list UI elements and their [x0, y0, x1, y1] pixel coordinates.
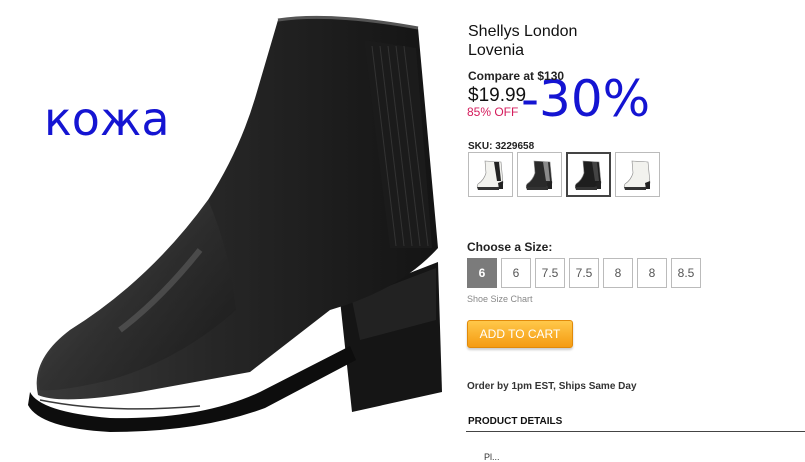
swatch-black-gray[interactable]: [517, 152, 562, 197]
color-swatches: [468, 152, 660, 197]
brand-name: Shellys London: [468, 23, 578, 40]
details-divider: [466, 431, 805, 432]
discount-badge: 85% OFF: [467, 105, 519, 119]
swatch-black[interactable]: [566, 152, 611, 197]
size-heading: Choose a Size:: [467, 240, 553, 254]
size-option[interactable]: 6: [467, 258, 497, 288]
boot-thumbnail-icon: [525, 160, 552, 190]
size-option[interactable]: 6: [501, 258, 531, 288]
details-text: Pl...: [484, 452, 500, 462]
sku-label: SKU: 3229658: [468, 141, 535, 152]
swatch-white[interactable]: [615, 152, 660, 197]
size-option[interactable]: 8: [603, 258, 633, 288]
material-overlay-text: кожа: [44, 92, 170, 146]
product-title: Shellys London Lovenia: [468, 22, 577, 60]
size-chart-link[interactable]: Shoe Size Chart: [467, 294, 533, 304]
product-image[interactable]: [0, 0, 462, 460]
size-selector: 6 6 7.5 7.5 8 8 8.5: [467, 258, 701, 288]
add-to-cart-button[interactable]: ADD TO CART: [467, 320, 573, 348]
size-option[interactable]: 8.5: [671, 258, 701, 288]
size-option[interactable]: 7.5: [569, 258, 599, 288]
size-option[interactable]: 7.5: [535, 258, 565, 288]
compare-price: Compare at $130: [468, 69, 565, 83]
sale-price: $19.99: [468, 85, 527, 106]
boot-thumbnail-icon: [476, 160, 503, 190]
boot-thumbnail-icon: [574, 160, 601, 190]
product-name: Lovenia: [468, 42, 525, 59]
product-details-heading[interactable]: PRODUCT DETAILS: [468, 416, 562, 427]
shipping-notice: Order by 1pm EST, Ships Same Day: [467, 381, 637, 392]
size-option[interactable]: 8: [637, 258, 667, 288]
boot-thumbnail-icon: [623, 160, 650, 190]
swatch-white-black[interactable]: [468, 152, 513, 197]
